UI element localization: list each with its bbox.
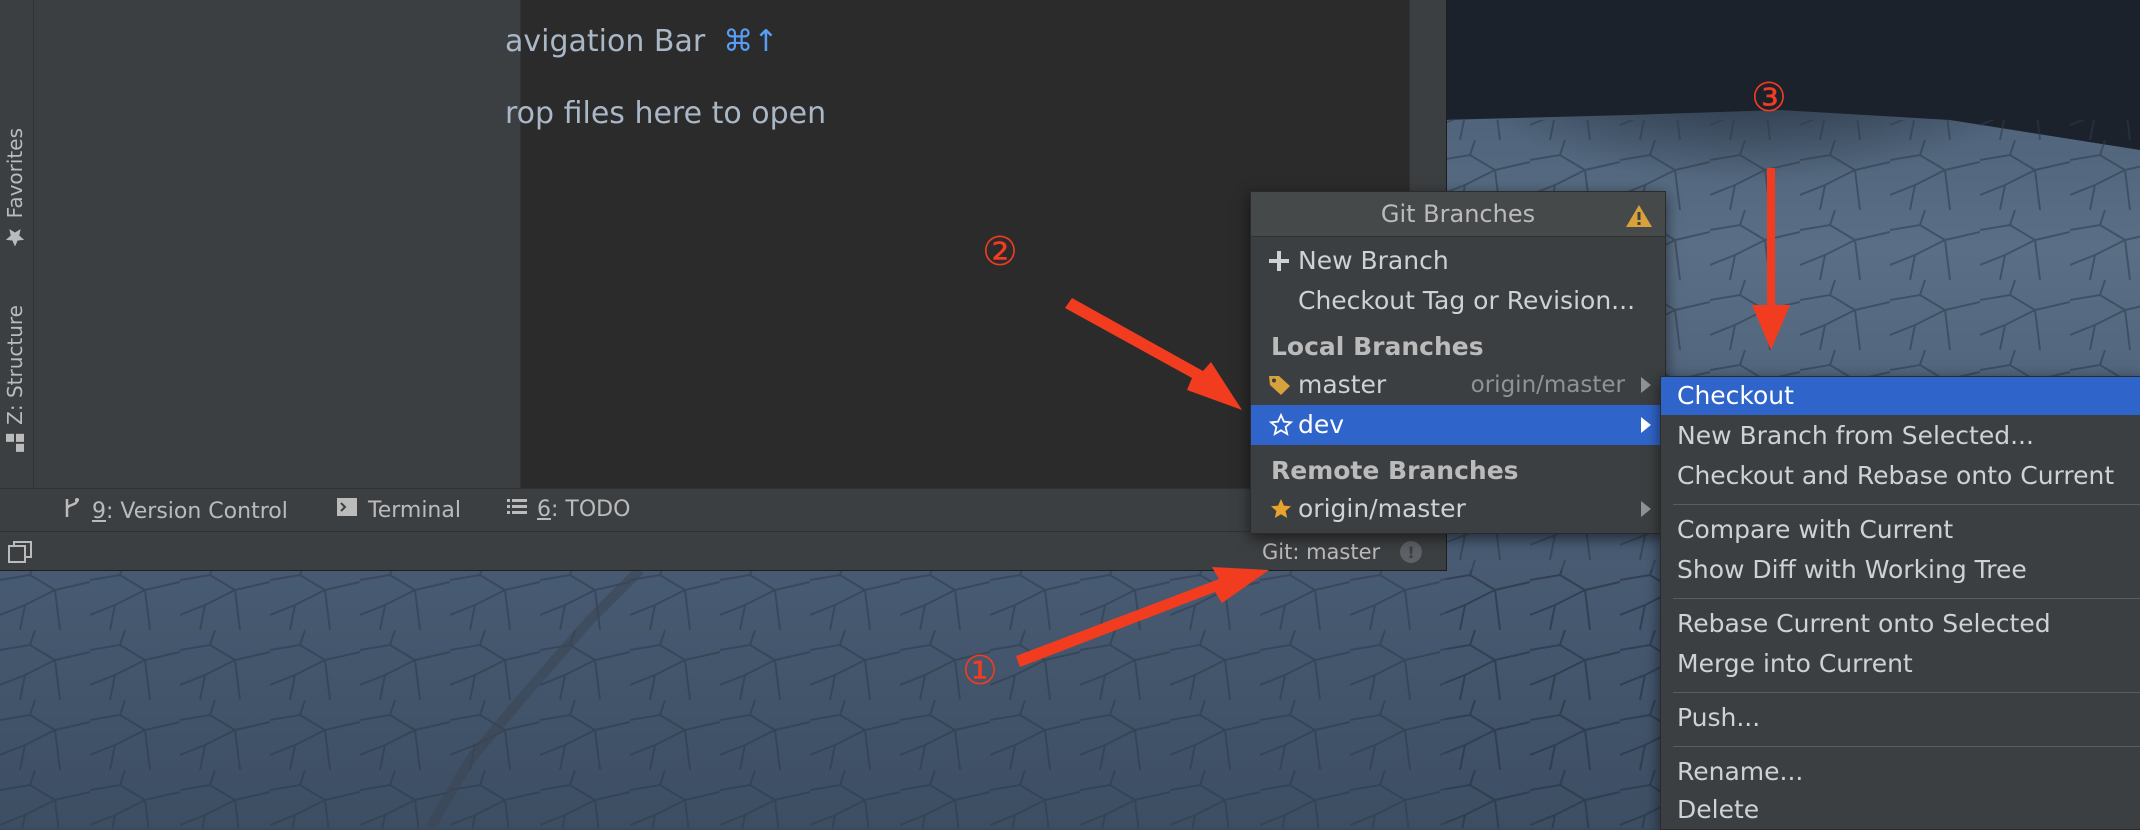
tab-todo-label: : TODO (551, 497, 631, 522)
tag-icon (1268, 373, 1292, 402)
chevron-right-icon (1641, 417, 1651, 433)
branch-item-master[interactable]: master origin/master (1251, 365, 1665, 405)
menu-item-checkout-label: Checkout (1677, 381, 1794, 410)
local-branches-header: Local Branches (1271, 332, 1484, 361)
branch-item-dev[interactable]: dev (1251, 405, 1665, 445)
annotation-number-2: ② (982, 229, 1018, 275)
menu-item-checkout-and-rebase-label: Checkout and Rebase onto Current (1677, 461, 2115, 490)
git-branch-widget[interactable]: Git: master (1262, 540, 1380, 564)
bottom-tool-tabs: 9: Version Control Terminal 6: TODO (0, 488, 1446, 531)
menu-item-merge-into-current-label: Merge into Current (1677, 649, 1913, 678)
project-panel (34, 0, 521, 488)
navbar-hint: avigation Bar ⌘↑ (505, 24, 778, 59)
tab-terminal-label: Terminal (368, 497, 461, 523)
tab-todo-mnemonic: 6 (537, 497, 551, 522)
menu-item-delete[interactable]: Delete (1661, 791, 2140, 829)
popup-header: Git Branches (1251, 192, 1665, 237)
menu-item-rename-label: Rename... (1677, 757, 1804, 786)
new-branch-item[interactable]: New Branch (1251, 241, 1665, 281)
branch-origin-master-label: origin/master (1298, 494, 1466, 523)
navbar-hint-shortcut: ⌘↑ (723, 24, 779, 59)
branch-item-origin-master[interactable]: origin/master (1251, 489, 1665, 529)
menu-divider (1673, 598, 2140, 599)
menu-item-checkout-and-rebase[interactable]: Checkout and Rebase onto Current (1661, 457, 2140, 495)
checkout-tag-label: Checkout Tag or Revision... (1298, 286, 1636, 315)
list-icon (507, 497, 527, 522)
star-outline-icon (1268, 412, 1294, 443)
tab-structure[interactable]: Z: Structure (3, 305, 27, 453)
tab-version-control[interactable]: 9: Version Control (62, 497, 288, 525)
menu-item-new-branch-from-selected-label: New Branch from Selected... (1677, 421, 2034, 450)
tab-version-control-label: : Version Control (106, 498, 288, 524)
menu-item-new-branch-from-selected[interactable]: New Branch from Selected... (1661, 417, 2140, 455)
drop-files-hint: rop files here to open (505, 96, 827, 131)
menu-item-merge-into-current[interactable]: Merge into Current (1661, 645, 2140, 683)
menu-item-checkout[interactable]: Checkout (1661, 377, 2140, 415)
annotation-number-3: ③ (1751, 75, 1787, 121)
tab-structure-label: Z: Structure (3, 305, 27, 425)
menu-item-push-label: Push... (1677, 703, 1761, 732)
menu-item-push[interactable]: Push... (1661, 699, 2140, 737)
menu-divider (1673, 504, 2140, 505)
tab-terminal[interactable]: Terminal (336, 497, 461, 523)
menu-divider (1673, 746, 2140, 747)
remote-branches-header: Remote Branches (1271, 456, 1519, 485)
menu-item-delete-label: Delete (1677, 795, 1760, 824)
popup-title: Git Branches (1380, 200, 1536, 228)
star-icon (3, 226, 27, 248)
tab-favorites-label: Favorites (3, 128, 27, 219)
menu-item-compare-with-current-label: Compare with Current (1677, 515, 1954, 544)
git-branches-popup: Git Branches New Branch Checkout Tag or … (1250, 191, 1666, 534)
status-bar: Git: master ! (0, 531, 1446, 570)
structure-icon (3, 433, 27, 453)
annotation-number-1: ① (962, 648, 998, 694)
branch-actions-submenu: Checkout New Branch from Selected... Che… (1660, 376, 2140, 830)
event-log-icon[interactable]: ! (1400, 541, 1422, 563)
menu-item-rename[interactable]: Rename... (1661, 753, 2140, 791)
tool-window-layout-icon[interactable] (8, 541, 32, 567)
branch-dev-label: dev (1298, 410, 1345, 439)
ide-window: Favorites Z: Structure avigation Bar ⌘↑ r… (0, 0, 1447, 571)
menu-item-show-diff-label: Show Diff with Working Tree (1677, 555, 2027, 584)
tab-version-control-mnemonic: 9 (92, 498, 106, 524)
tab-todo[interactable]: 6: TODO (507, 497, 630, 522)
menu-item-show-diff[interactable]: Show Diff with Working Tree (1661, 551, 2140, 589)
new-branch-label: New Branch (1298, 246, 1449, 275)
left-tool-strip: Favorites Z: Structure (0, 0, 34, 488)
branch-master-tracking: origin/master (1470, 372, 1625, 398)
menu-item-rebase-current[interactable]: Rebase Current onto Selected (1661, 605, 2140, 643)
terminal-icon (336, 497, 358, 523)
warning-icon[interactable] (1625, 204, 1653, 232)
branch-icon (62, 497, 82, 525)
tab-favorites[interactable]: Favorites (3, 128, 27, 248)
plus-icon (1268, 249, 1290, 278)
menu-item-rebase-current-label: Rebase Current onto Selected (1677, 609, 2051, 638)
chevron-right-icon (1641, 501, 1651, 517)
menu-item-compare-with-current[interactable]: Compare with Current (1661, 511, 2140, 549)
menu-divider (1673, 692, 2140, 693)
branch-master-label: master (1298, 370, 1387, 399)
navbar-hint-text: avigation Bar (505, 24, 706, 59)
checkout-tag-item[interactable]: Checkout Tag or Revision... (1251, 281, 1665, 321)
chevron-right-icon (1641, 377, 1651, 393)
star-filled-icon (1268, 497, 1294, 527)
